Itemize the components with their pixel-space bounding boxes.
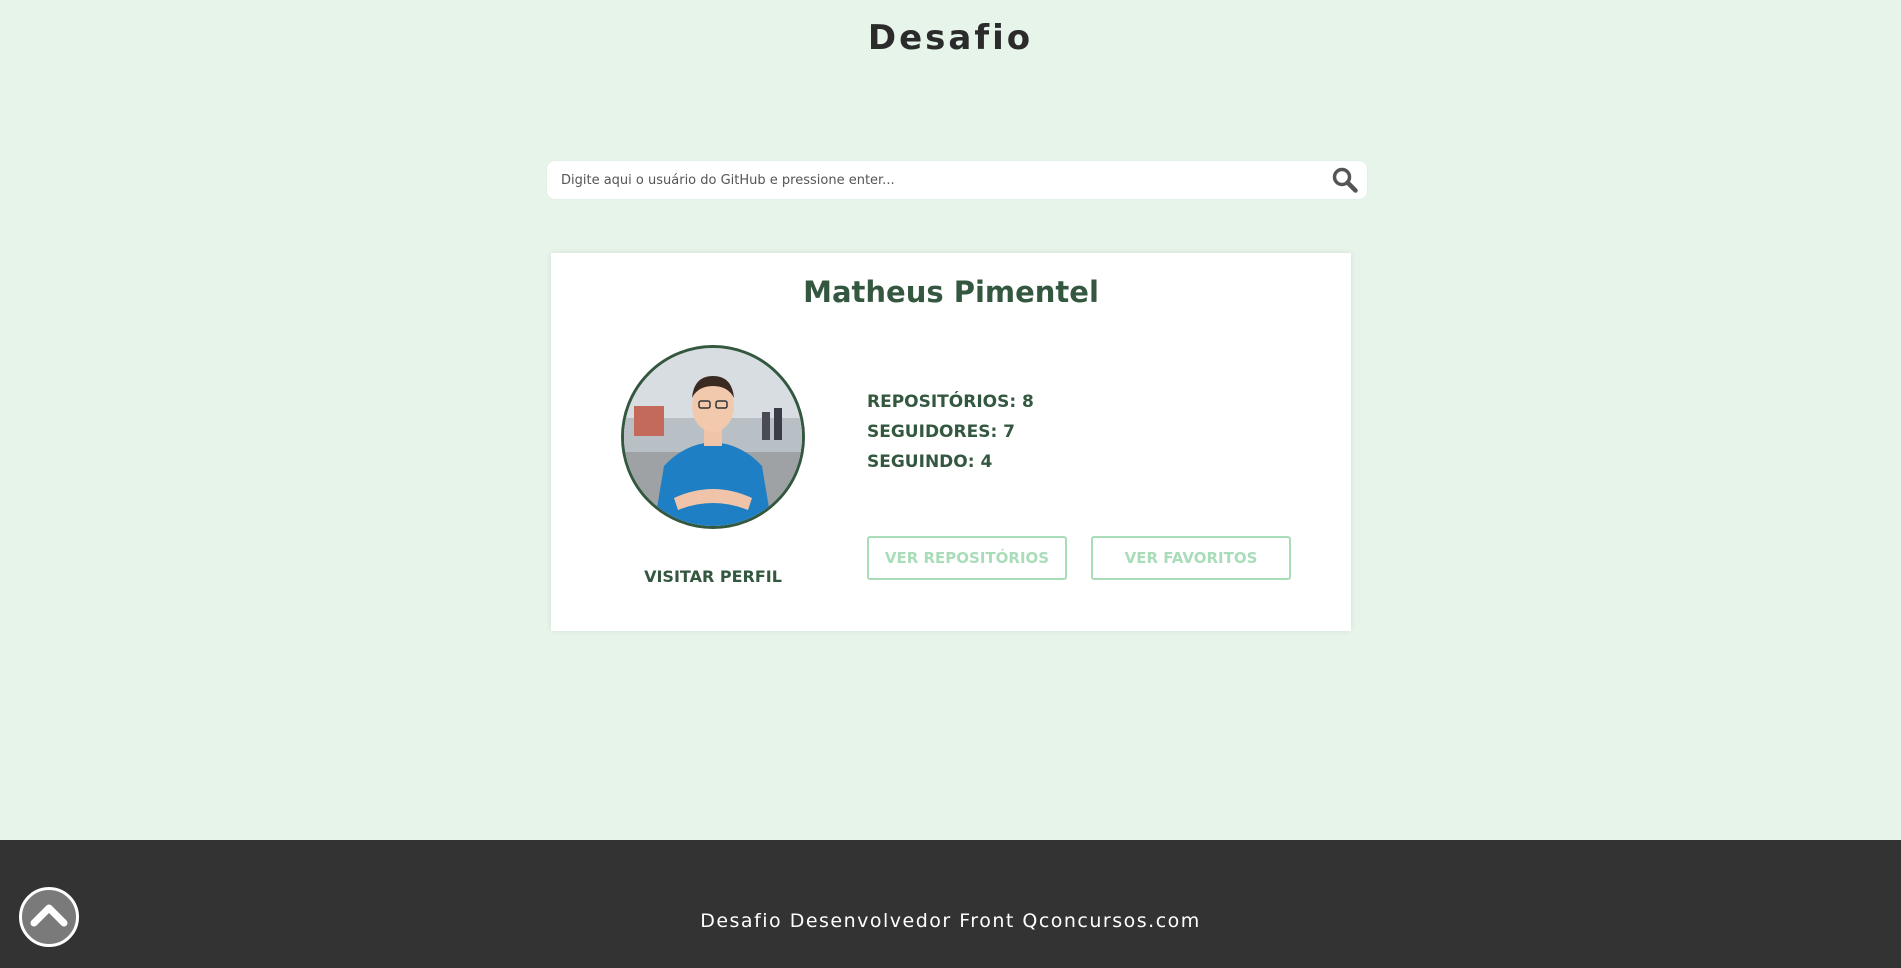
stat-repositories: REPOSITÓRIOS: 8 [867,392,1034,412]
user-name: Matheus Pimentel [803,275,1099,309]
search-icon[interactable] [1331,166,1359,194]
avatar [621,345,805,529]
footer: Desafio Desenvolvedor Front Qconcursos.c… [0,840,1901,968]
stat-following: SEGUINDO: 4 [867,452,993,472]
search-input[interactable] [547,161,1321,199]
view-favorites-button[interactable]: VER FAVORITOS [1091,536,1291,580]
page: Desafio Matheus Pimentel [0,0,1901,968]
profile-card: Matheus Pimentel VISITAR PERFIL REPOSITÓ… [551,253,1351,631]
search-bar [547,161,1367,199]
stats-list: REPOSITÓRIOS: 8 SEGUIDORES: 7 SEGUINDO: … [867,387,1034,477]
footer-text: Desafio Desenvolvedor Front Qconcursos.c… [700,910,1201,932]
visit-profile-link[interactable]: VISITAR PERFIL [613,567,813,586]
stat-followers: SEGUIDORES: 7 [867,422,1015,442]
view-repositories-button[interactable]: VER REPOSITÓRIOS [867,536,1067,580]
site-title: Desafio [867,18,1034,58]
